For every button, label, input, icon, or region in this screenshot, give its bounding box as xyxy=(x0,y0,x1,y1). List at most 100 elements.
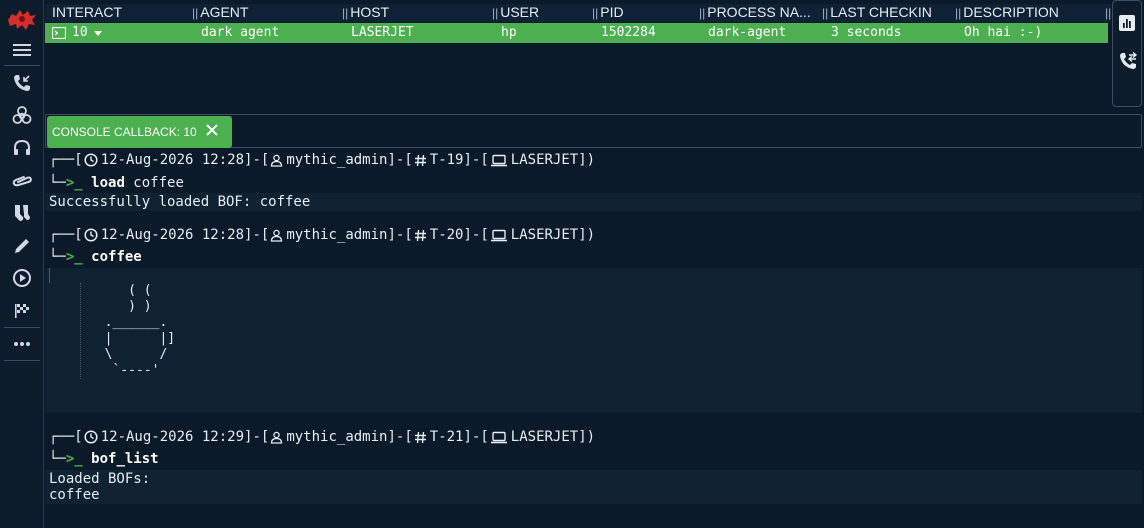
column-header-description[interactable]: || DESCRIPTION xyxy=(955,4,1105,22)
clock-icon xyxy=(84,153,98,167)
column-header-user[interactable]: || USER xyxy=(492,4,592,22)
clock-icon xyxy=(84,430,98,444)
task-user: mythic_admin xyxy=(286,152,388,168)
tree-connector: ┌──[ xyxy=(49,152,83,168)
socks-icon[interactable] xyxy=(0,200,44,226)
sidebar-divider xyxy=(4,65,40,66)
task-header[interactable]: ┌──[ 12-Aug-2026 12:29]-[ mythic_admin]-… xyxy=(49,429,595,445)
task-host: LASERJET xyxy=(510,152,579,168)
task-timestamp: 12-Aug-2026 12:28 xyxy=(100,227,245,243)
task-id[interactable]: T-19 xyxy=(430,152,464,168)
task-output xyxy=(45,268,1142,413)
column-resize-handle[interactable]: || xyxy=(699,6,705,20)
chart-icon[interactable] xyxy=(1119,15,1135,36)
sidebar-divider xyxy=(4,360,40,361)
paperclip-icon[interactable] xyxy=(0,168,44,194)
column-resize-handle[interactable]: || xyxy=(342,6,348,20)
task-output: Successfully loaded BOF: coffee xyxy=(45,193,1142,211)
laptop-icon xyxy=(490,154,507,166)
task-output: Loaded BOFs: coffee xyxy=(45,470,1142,504)
command-name: coffee xyxy=(91,249,142,265)
column-resize-handle[interactable]: || xyxy=(492,6,498,20)
console-tab-bar: CONSOLE CALLBACK: 10 xyxy=(45,114,1142,148)
phone-callback-icon[interactable] xyxy=(1118,51,1138,76)
more-icon[interactable] xyxy=(0,331,44,357)
headphones-icon[interactable] xyxy=(0,135,44,161)
right-tool-panel xyxy=(1112,0,1142,107)
table-row[interactable]: 10 dark agent LASERJET hp 1502284 dark-a… xyxy=(45,23,1108,43)
agent-cell: dark agent xyxy=(201,25,280,40)
command-line: └─>_ load coffee xyxy=(49,175,184,191)
task-id[interactable]: T-21 xyxy=(430,429,464,445)
hash-icon xyxy=(414,154,426,166)
laptop-icon xyxy=(490,229,507,241)
mythic-logo[interactable] xyxy=(0,4,44,34)
laptop-icon xyxy=(490,431,507,443)
column-header-pid[interactable]: || PID xyxy=(592,4,699,22)
output-text: Loaded BOFs: coffee xyxy=(49,471,151,503)
tab-console-callback[interactable]: CONSOLE CALLBACK: 10 xyxy=(47,116,232,148)
left-sidebar xyxy=(0,0,44,528)
flag-icon[interactable] xyxy=(0,298,44,324)
command-args: coffee xyxy=(124,175,184,191)
task-timestamp: 12-Aug-2026 12:28 xyxy=(100,152,245,168)
tree-connector: ┌──[ xyxy=(49,429,83,445)
prompt-arrow: >_ xyxy=(65,451,83,467)
pid-cell: 1502284 xyxy=(601,25,656,40)
tree-connector: └─ xyxy=(49,249,66,265)
hash-icon xyxy=(414,229,426,241)
column-resize-handle[interactable]: || xyxy=(192,6,198,20)
command-name: load xyxy=(91,175,125,191)
task-user: mythic_admin xyxy=(286,429,388,445)
last-checkin-cell: 3 seconds xyxy=(831,25,902,40)
command-line: └─>_ bof_list xyxy=(49,451,159,467)
table-header: INTERACT || AGENT || HOST || USER || PID || P… xyxy=(45,4,1111,22)
task-id[interactable]: T-20 xyxy=(430,227,464,243)
column-resize-handle[interactable]: || xyxy=(592,6,598,20)
column-header-process-name[interactable]: || PROCESS NA... xyxy=(699,4,822,22)
ascii-art-output: ( ( ) ) .______. | |] \ / `----' xyxy=(80,283,209,379)
host-cell: LASERJET xyxy=(351,25,414,40)
callbacks-table: INTERACT || AGENT || HOST || USER || PID || P… xyxy=(45,0,1111,108)
column-header-host[interactable]: || HOST xyxy=(342,4,492,22)
clock-icon xyxy=(84,228,98,242)
user-icon xyxy=(271,154,283,167)
column-resize-handle[interactable]: || xyxy=(955,6,961,20)
task-timestamp: 12-Aug-2026 12:29 xyxy=(100,429,245,445)
command-name: bof_list xyxy=(91,451,159,467)
task-host: LASERJET xyxy=(510,227,579,243)
tab-label: CONSOLE CALLBACK: 10 xyxy=(52,125,197,139)
pencil-icon[interactable] xyxy=(0,233,44,259)
user-cell: hp xyxy=(501,25,517,40)
process-name-cell: dark-agent xyxy=(708,25,787,40)
callback-id: 10 xyxy=(72,25,88,40)
tree-connector: ┌──[ xyxy=(49,227,83,243)
output-gutter xyxy=(49,268,50,283)
task-header[interactable]: ┌──[ 12-Aug-2026 12:28]-[ mythic_admin]-… xyxy=(49,227,595,243)
description-cell: Oh hai :-) xyxy=(964,25,1043,40)
console-output: ┌──[ 12-Aug-2026 12:28]-[ mythic_admin]-… xyxy=(45,150,1142,528)
task-header[interactable]: ┌──[ 12-Aug-2026 12:28]-[ mythic_admin]-… xyxy=(49,152,595,168)
prompt-arrow: >_ xyxy=(65,249,83,265)
column-header-agent[interactable]: || AGENT xyxy=(192,4,342,22)
callbacks-phone-icon[interactable] xyxy=(0,70,44,96)
menu-icon[interactable] xyxy=(0,37,44,63)
payloads-biohazard-icon[interactable] xyxy=(0,103,44,129)
column-header-last-checkin[interactable]: || LAST CHECKIN xyxy=(822,4,955,22)
output-text: Successfully loaded BOF: coffee xyxy=(49,194,311,210)
user-icon xyxy=(271,431,283,444)
column-resize-handle[interactable]: || xyxy=(822,6,828,20)
sidebar-divider xyxy=(4,327,40,328)
hash-icon xyxy=(414,431,426,443)
close-icon[interactable] xyxy=(205,123,219,140)
tree-connector: └─ xyxy=(49,451,66,467)
caret-down-icon[interactable] xyxy=(93,29,103,37)
prompt-arrow: >_ xyxy=(65,175,83,191)
task-host: LASERJET xyxy=(510,429,579,445)
interact-button[interactable]: 10 xyxy=(52,23,103,43)
terminal-icon xyxy=(52,27,66,39)
command-line: └─>_ coffee xyxy=(49,249,142,265)
user-icon xyxy=(271,229,283,242)
column-header-interact[interactable]: INTERACT xyxy=(52,4,192,22)
play-icon[interactable] xyxy=(0,265,44,291)
